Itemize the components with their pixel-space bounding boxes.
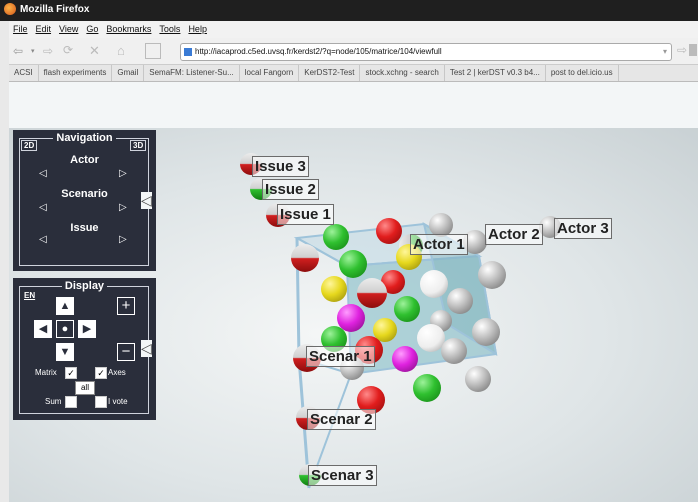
bookmarks-toolbar: ACSI flash experiments Gmail SemaFM: Listen…: [9, 65, 698, 82]
label-scenar-1: Scenar 1: [306, 346, 375, 367]
menu-bookmarks[interactable]: Bookmarks: [106, 21, 151, 38]
display-collapse-arrow-icon[interactable]: ◁: [141, 340, 152, 357]
pan-left-button[interactable]: ◀: [34, 320, 52, 338]
ivote-label: I vote: [108, 397, 128, 406]
label-actor-1: Actor 1: [410, 234, 468, 255]
all-button[interactable]: all: [75, 381, 95, 395]
nav-actor-next-button[interactable]: ▷: [119, 168, 127, 179]
url-text: http://iacaprod.c5ed.uvsq.fr/kerdst2/?q=…: [195, 47, 442, 56]
bookmark-item[interactable]: local Fangorn: [240, 65, 300, 81]
navigation-toolbar: ⇦ ▾ ⇨ ⟳ ✕ ⌂ http://iacaprod.c5ed.uvsq.fr…: [9, 38, 698, 65]
browser-window: Mozilla Firefox File Edit View Go Bookmarks T…: [0, 0, 698, 502]
forward-icon[interactable]: ⇨: [43, 44, 53, 58]
ivote-checkbox[interactable]: [95, 396, 107, 408]
display-title: Display: [61, 280, 108, 292]
zoom-in-button[interactable]: +: [117, 297, 135, 315]
page-icon: [145, 43, 161, 59]
sphere[interactable]: [357, 278, 387, 308]
label-actor-2: Actor 2: [485, 224, 543, 245]
axes-label: Axes: [108, 368, 126, 377]
bookmark-item[interactable]: Gmail: [112, 65, 145, 81]
sphere[interactable]: [323, 224, 349, 250]
arrow-left-icon: ◀: [38, 323, 48, 335]
url-bar[interactable]: http://iacaprod.c5ed.uvsq.fr/kerdst2/?q=…: [180, 43, 672, 61]
bookmark-item[interactable]: Test 2 | kerDST v0.3 b4...: [445, 65, 546, 81]
bookmark-item[interactable]: flash experiments: [39, 65, 113, 81]
pan-right-button[interactable]: ▶: [78, 320, 96, 338]
navigation-title: Navigation: [53, 132, 116, 144]
sum-label: Sum: [45, 397, 62, 406]
sphere[interactable]: [478, 261, 506, 289]
menu-tools[interactable]: Tools: [159, 21, 180, 38]
sphere[interactable]: [376, 218, 402, 244]
matrix-label: Matrix: [35, 368, 57, 377]
nav-collapse-arrow-icon[interactable]: ◁: [141, 192, 152, 209]
arrow-up-icon: ▲: [59, 300, 71, 312]
pan-down-button[interactable]: ▼: [56, 343, 74, 361]
search-engine-icon[interactable]: [689, 44, 697, 56]
bookmark-item[interactable]: KerDST2-Test: [299, 65, 361, 81]
sphere[interactable]: [420, 270, 448, 298]
arrow-down-icon: ▼: [59, 346, 71, 358]
label-scenar-3: Scenar 3: [308, 465, 377, 486]
zoom-out-button[interactable]: −: [117, 343, 135, 361]
site-favicon-icon: [184, 48, 192, 56]
label-scenar-2: Scenar 2: [307, 409, 376, 430]
bookmark-item[interactable]: stock.xchng - search: [360, 65, 445, 81]
bookmark-item[interactable]: ACSI: [9, 65, 39, 81]
center-view-button[interactable]: ●: [56, 320, 74, 338]
sphere-axis-top[interactable]: [291, 244, 319, 272]
arrow-right-icon: ▶: [82, 323, 92, 335]
nav-scenario-next-button[interactable]: ▷: [119, 202, 127, 213]
back-dropdown-icon[interactable]: ▾: [31, 47, 35, 55]
nav-label-scenario: Scenario: [61, 188, 108, 200]
sphere[interactable]: [321, 276, 347, 302]
display-panel: Display EN ▲ ◀ ● ▶ ▼ + − ◁ Matrix ✓ ✓ Ax…: [13, 278, 156, 420]
menu-view[interactable]: View: [59, 21, 78, 38]
axes-checkbox[interactable]: ✓: [95, 367, 107, 379]
sphere[interactable]: [394, 296, 420, 322]
reload-icon[interactable]: ⟳: [63, 43, 73, 57]
label-actor-3: Actor 3: [554, 218, 612, 239]
stop-icon[interactable]: ✕: [89, 43, 100, 59]
nav-label-actor: Actor: [70, 154, 99, 166]
sphere[interactable]: [465, 366, 491, 392]
pan-up-button[interactable]: ▲: [56, 297, 74, 315]
sphere[interactable]: [472, 318, 500, 346]
back-icon[interactable]: ⇦: [13, 44, 23, 58]
menu-bar: File Edit View Go Bookmarks Tools Help: [9, 21, 698, 38]
title-bar: Mozilla Firefox: [0, 0, 698, 21]
url-dropdown-icon[interactable]: ▾: [663, 44, 667, 60]
language-button[interactable]: EN: [24, 291, 35, 300]
nav-label-issue: Issue: [70, 222, 99, 234]
menu-help[interactable]: Help: [188, 21, 207, 38]
nav-actor-prev-button[interactable]: ◁: [39, 168, 47, 179]
nav-scenario-prev-button[interactable]: ◁: [39, 202, 47, 213]
sphere[interactable]: [447, 288, 473, 314]
nav-issue-prev-button[interactable]: ◁: [39, 234, 47, 245]
window-title: Mozilla Firefox: [20, 4, 90, 15]
navigation-panel: Navigation 2D 3D Actor ◁ ▷ Scenario ◁ ▷ …: [13, 130, 156, 271]
sphere[interactable]: [392, 346, 418, 372]
label-issue-1: Issue 1: [277, 204, 334, 225]
mode-2d-button[interactable]: 2D: [21, 140, 38, 151]
sphere[interactable]: [413, 374, 441, 402]
matrix-checkbox[interactable]: ✓: [65, 367, 77, 379]
menu-file[interactable]: File: [13, 21, 28, 38]
sum-checkbox[interactable]: [65, 396, 77, 408]
home-icon[interactable]: ⌂: [117, 43, 125, 58]
nav-issue-next-button[interactable]: ▷: [119, 234, 127, 245]
menu-edit[interactable]: Edit: [36, 21, 52, 38]
mode-3d-button[interactable]: 3D: [130, 140, 147, 151]
sphere[interactable]: [339, 250, 367, 278]
firefox-logo-icon: [4, 3, 16, 15]
sphere[interactable]: [441, 338, 467, 364]
label-issue-2: Issue 2: [262, 179, 319, 200]
label-issue-3: Issue 3: [252, 156, 309, 177]
bookmark-item[interactable]: SemaFM: Listener-Su...: [144, 65, 240, 81]
go-icon[interactable]: ⇨: [677, 43, 687, 57]
bookmark-item[interactable]: post to del.icio.us: [546, 65, 619, 81]
menu-go[interactable]: Go: [86, 21, 98, 38]
center-dot-icon: ●: [61, 323, 69, 335]
